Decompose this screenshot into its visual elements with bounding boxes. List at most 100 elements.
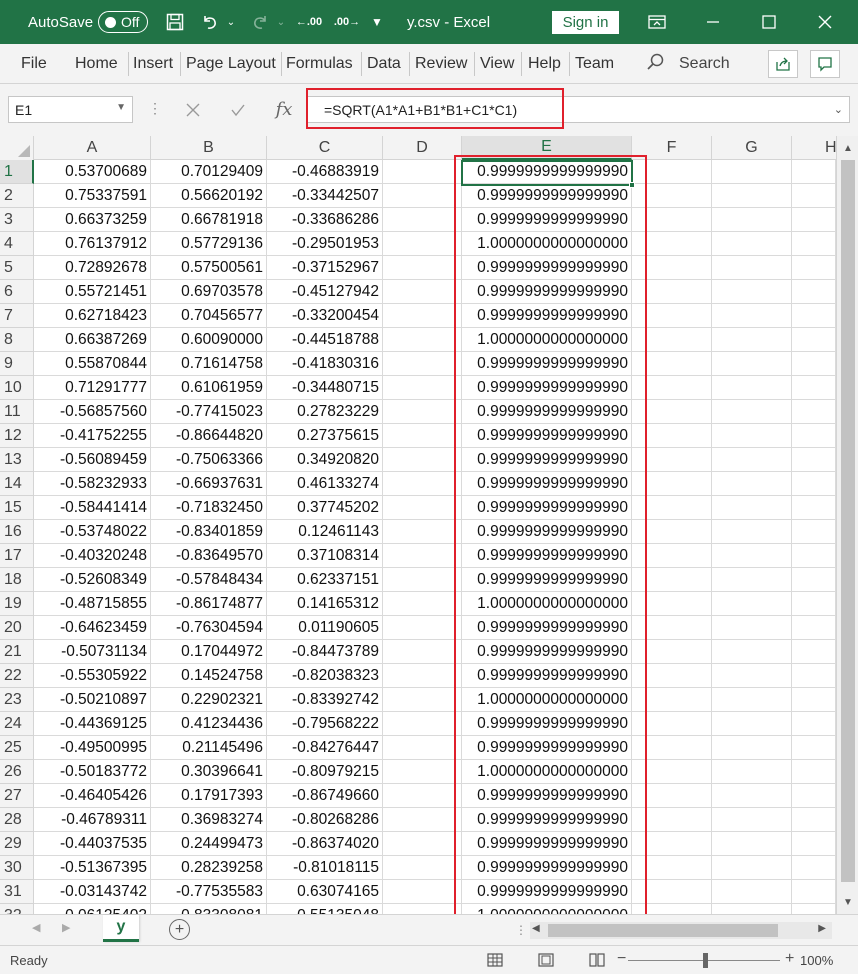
cell-g19[interactable]: [712, 592, 792, 616]
cell-f7[interactable]: [632, 304, 712, 328]
cell-f4[interactable]: [632, 232, 712, 256]
name-box[interactable]: E1 ▼: [8, 96, 133, 123]
tab-team[interactable]: Team: [575, 44, 614, 84]
cell-g12[interactable]: [712, 424, 792, 448]
sign-in-button[interactable]: Sign in: [552, 11, 619, 34]
row-header[interactable]: 8: [0, 328, 34, 352]
cell-b19[interactable]: -0.86174877: [151, 592, 267, 616]
column-header-d[interactable]: D: [383, 136, 462, 160]
cell-d25[interactable]: [383, 736, 462, 760]
cell-g5[interactable]: [712, 256, 792, 280]
cell-f29[interactable]: [632, 832, 712, 856]
tab-help[interactable]: Help: [528, 44, 561, 84]
cell-b8[interactable]: 0.60090000: [151, 328, 267, 352]
cell-d8[interactable]: [383, 328, 462, 352]
cell-h18[interactable]: [792, 568, 836, 592]
cell-c19[interactable]: 0.14165312: [267, 592, 383, 616]
cell-g20[interactable]: [712, 616, 792, 640]
zoom-out-icon[interactable]: −: [617, 950, 626, 968]
cell-b26[interactable]: 0.30396641: [151, 760, 267, 784]
cell-f31[interactable]: [632, 880, 712, 904]
cell-g28[interactable]: [712, 808, 792, 832]
cell-g22[interactable]: [712, 664, 792, 688]
row-header[interactable]: 30: [0, 856, 34, 880]
horizontal-scrollbar[interactable]: ◀ ▶: [530, 922, 832, 939]
row-header[interactable]: 7: [0, 304, 34, 328]
cell-a11[interactable]: -0.56857560: [34, 400, 151, 424]
cell-d31[interactable]: [383, 880, 462, 904]
cell-c11[interactable]: 0.27823229: [267, 400, 383, 424]
cell-c15[interactable]: 0.37745202: [267, 496, 383, 520]
cell-f10[interactable]: [632, 376, 712, 400]
cell-e22[interactable]: 0.9999999999999990: [462, 664, 632, 688]
cell-f13[interactable]: [632, 448, 712, 472]
cell-h8[interactable]: [792, 328, 836, 352]
cell-a5[interactable]: 0.72892678: [34, 256, 151, 280]
undo-icon[interactable]: [198, 0, 222, 44]
cell-e11[interactable]: 0.9999999999999990: [462, 400, 632, 424]
cell-d4[interactable]: [383, 232, 462, 256]
share-icon[interactable]: [768, 50, 798, 78]
cell-f15[interactable]: [632, 496, 712, 520]
cell-c24[interactable]: -0.79568222: [267, 712, 383, 736]
cell-e23[interactable]: 1.0000000000000000: [462, 688, 632, 712]
cell-a20[interactable]: -0.64623459: [34, 616, 151, 640]
cell-f3[interactable]: [632, 208, 712, 232]
row-header[interactable]: 19: [0, 592, 34, 616]
cell-a4[interactable]: 0.76137912: [34, 232, 151, 256]
cell-a16[interactable]: -0.53748022: [34, 520, 151, 544]
page-layout-view-icon[interactable]: [535, 950, 557, 970]
cell-h20[interactable]: [792, 616, 836, 640]
cell-b24[interactable]: 0.41234436: [151, 712, 267, 736]
tab-page-layout[interactable]: Page Layout: [186, 44, 280, 84]
row-header[interactable]: 20: [0, 616, 34, 640]
cell-h19[interactable]: [792, 592, 836, 616]
next-sheet-icon[interactable]: ▶: [62, 921, 70, 934]
cell-g15[interactable]: [712, 496, 792, 520]
expand-formula-bar-icon[interactable]: ⌄: [834, 103, 843, 116]
decrease-decimal-icon[interactable]: .00→: [334, 0, 360, 44]
column-header-g[interactable]: G: [712, 136, 792, 160]
cell-h2[interactable]: [792, 184, 836, 208]
cell-b12[interactable]: -0.86644820: [151, 424, 267, 448]
cell-e27[interactable]: 0.9999999999999990: [462, 784, 632, 808]
cell-c26[interactable]: -0.80979215: [267, 760, 383, 784]
cell-f12[interactable]: [632, 424, 712, 448]
cell-e18[interactable]: 0.9999999999999990: [462, 568, 632, 592]
cancel-icon[interactable]: [173, 96, 213, 123]
cell-f11[interactable]: [632, 400, 712, 424]
cell-h28[interactable]: [792, 808, 836, 832]
row-header[interactable]: 28: [0, 808, 34, 832]
cell-b2[interactable]: 0.56620192: [151, 184, 267, 208]
cell-h13[interactable]: [792, 448, 836, 472]
cell-a24[interactable]: -0.44369125: [34, 712, 151, 736]
row-header[interactable]: 5: [0, 256, 34, 280]
cell-e5[interactable]: 0.9999999999999990: [462, 256, 632, 280]
cell-h31[interactable]: [792, 880, 836, 904]
insert-function-icon[interactable]: fx: [264, 96, 304, 123]
cell-b15[interactable]: -0.71832450: [151, 496, 267, 520]
cell-c10[interactable]: -0.34480715: [267, 376, 383, 400]
cell-b25[interactable]: 0.21145496: [151, 736, 267, 760]
redo-dropdown-icon[interactable]: ⌄: [274, 0, 288, 44]
cell-d9[interactable]: [383, 352, 462, 376]
row-header[interactable]: 3: [0, 208, 34, 232]
cell-d1[interactable]: [383, 160, 462, 184]
cell-c17[interactable]: 0.37108314: [267, 544, 383, 568]
cell-h25[interactable]: [792, 736, 836, 760]
cell-b4[interactable]: 0.57729136: [151, 232, 267, 256]
cell-c14[interactable]: 0.46133274: [267, 472, 383, 496]
cell-e24[interactable]: 0.9999999999999990: [462, 712, 632, 736]
cell-b14[interactable]: -0.66937631: [151, 472, 267, 496]
row-header[interactable]: 16: [0, 520, 34, 544]
cell-h32[interactable]: [792, 904, 836, 914]
cell-a6[interactable]: 0.55721451: [34, 280, 151, 304]
cell-f26[interactable]: [632, 760, 712, 784]
cell-d15[interactable]: [383, 496, 462, 520]
tab-data[interactable]: Data: [367, 44, 401, 84]
cell-c28[interactable]: -0.80268286: [267, 808, 383, 832]
tab-insert[interactable]: Insert: [133, 44, 173, 84]
row-header[interactable]: 29: [0, 832, 34, 856]
cell-h23[interactable]: [792, 688, 836, 712]
cell-f9[interactable]: [632, 352, 712, 376]
